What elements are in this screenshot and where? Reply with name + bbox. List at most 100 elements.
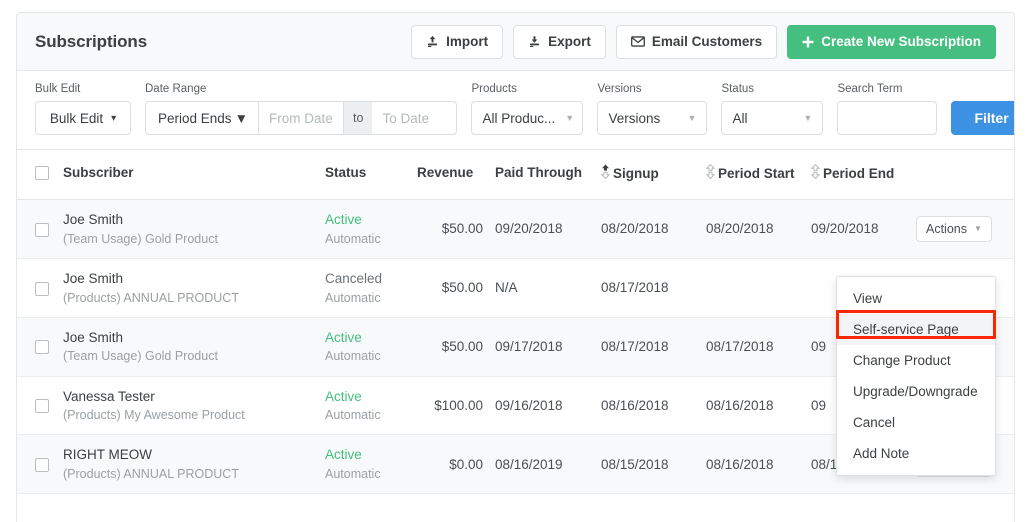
status-badge: Active: [325, 388, 362, 404]
status-cell: Canceled Automatic: [319, 258, 411, 318]
revenue-cell: $50.00: [411, 258, 489, 318]
import-button-label: Import: [446, 34, 489, 49]
sort-icon: [810, 163, 821, 183]
column-header-signup-label: Signup: [613, 166, 659, 181]
column-header-status: Status: [319, 150, 411, 201]
revenue-cell: $50.00: [411, 317, 489, 377]
row-checkbox[interactable]: [35, 281, 49, 296]
plus-icon: [802, 36, 814, 48]
subscriber-cell: Vanessa Tester (Products) My Awesome Pro…: [57, 376, 319, 436]
period-start-cell: 08/17/2018: [700, 317, 805, 377]
row-checkbox[interactable]: [35, 399, 49, 414]
versions-label: Versions: [597, 83, 642, 95]
menu-item-view[interactable]: View: [837, 283, 995, 314]
status-select[interactable]: All ▼: [721, 101, 824, 135]
period-start-cell: 08/20/2018: [700, 199, 805, 260]
import-button[interactable]: Import: [411, 24, 504, 59]
row-checkbox[interactable]: [35, 222, 49, 237]
subscriber-name: Vanessa Tester: [63, 388, 155, 404]
menu-item-cancel[interactable]: Cancel: [837, 407, 995, 438]
search-term-label: Search Term: [837, 83, 903, 95]
status-cell: Active Automatic: [319, 376, 411, 436]
email-customers-button-label: Email Customers: [651, 34, 763, 49]
bulk-edit-group: Bulk Edit Bulk Edit ▾: [35, 83, 131, 135]
subscriber-product: (Products) ANNUAL PRODUCT: [63, 290, 239, 305]
page-title: Subscriptions: [35, 31, 148, 51]
chevron-down-icon: ▼: [234, 110, 248, 126]
subscriber-product: (Products) ANNUAL PRODUCT: [63, 467, 239, 481]
column-header-paid-through: Paid Through: [489, 150, 595, 201]
row-select-cell: [17, 376, 57, 436]
from-date-placeholder: From Date: [269, 110, 333, 126]
row-checkbox[interactable]: [35, 340, 49, 355]
email-customers-button[interactable]: Email Customers: [615, 24, 778, 59]
period-start-cell: 08/16/2018: [700, 376, 805, 436]
subscriber-product: (Team Usage) Gold Product: [63, 231, 218, 246]
subscriber-name: RIGHT MEOW: [63, 447, 152, 463]
menu-item-add-note[interactable]: Add Note: [837, 438, 995, 469]
revenue-cell: $100.00: [411, 376, 489, 436]
paid-through-cell: 08/16/2019: [489, 434, 595, 495]
paid-through-cell: 09/20/2018: [489, 199, 595, 260]
menu-item-self-service-page[interactable]: Self-service Page: [837, 314, 995, 345]
select-all-checkbox[interactable]: [35, 166, 49, 181]
subscriber-name: Joe Smith: [63, 329, 124, 345]
bulk-edit-value: Bulk Edit: [49, 110, 104, 126]
status-value: All: [732, 110, 748, 126]
versions-value: Versions: [608, 110, 661, 126]
billing-type: Automatic: [325, 408, 381, 423]
products-select[interactable]: All Produc... ▼: [471, 101, 584, 135]
revenue-cell: $50.00: [411, 199, 489, 260]
row-checkbox[interactable]: [35, 458, 49, 473]
filter-button[interactable]: Filter: [951, 101, 1014, 135]
subscriber-cell: Joe Smith (Products) ANNUAL PRODUCT: [57, 258, 319, 318]
date-range-type-select[interactable]: Period Ends ▼: [145, 101, 259, 135]
upload-icon: [426, 35, 439, 48]
column-header-subscriber: Subscriber: [57, 150, 319, 201]
subscriber-product: (Products) My Awesome Product: [63, 408, 245, 423]
subscriber-name: Joe Smith: [63, 212, 124, 228]
from-date-input[interactable]: From Date: [259, 101, 344, 135]
paid-through-cell: 09/16/2018: [489, 376, 595, 436]
status-cell: Active Automatic: [319, 434, 411, 495]
export-button[interactable]: Export: [513, 24, 606, 59]
create-new-subscription-button[interactable]: Create New Subscription: [787, 24, 996, 59]
date-range-label: Date Range: [145, 83, 207, 95]
column-header-period-start[interactable]: Period Start: [700, 150, 805, 201]
menu-item-upgrade-downgrade[interactable]: Upgrade/Downgrade: [837, 376, 995, 407]
filter-bar: Bulk Edit Bulk Edit ▾ Date Range Period …: [17, 71, 1014, 150]
versions-select[interactable]: Versions ▼: [597, 101, 708, 135]
table-row: Joe Smith (Team Usage) Gold Product Acti…: [17, 199, 1014, 260]
status-badge: Active: [325, 447, 362, 463]
menu-item-change-product[interactable]: Change Product: [837, 345, 995, 376]
products-group: Products All Produc... ▼: [471, 83, 584, 135]
subscriber-cell: Joe Smith (Team Usage) Gold Product: [57, 199, 319, 260]
bulk-edit-select[interactable]: Bulk Edit ▾: [35, 101, 131, 135]
sort-icon: [705, 163, 716, 183]
chevron-down-icon: ▼: [565, 113, 575, 123]
create-new-subscription-label: Create New Subscription: [821, 34, 981, 49]
table-head: Subscriber Status Revenue Paid Through S…: [17, 150, 1014, 201]
period-start-cell: 08/16/2018: [700, 434, 805, 495]
column-header-period-start-label: Period Start: [718, 166, 795, 181]
status-badge: Canceled: [325, 271, 383, 287]
select-all-header: [17, 150, 57, 201]
search-input[interactable]: [837, 101, 938, 135]
versions-group: Versions Versions ▼: [597, 83, 708, 135]
to-date-input[interactable]: To Date: [372, 101, 458, 135]
column-header-period-end[interactable]: Period End: [805, 150, 910, 201]
subscriber-product: (Team Usage) Gold Product: [63, 349, 218, 364]
card-header: Subscriptions Import Export Email Custom…: [17, 13, 1014, 71]
table-header-row: Subscriber Status Revenue Paid Through S…: [17, 150, 1014, 201]
column-header-signup[interactable]: Signup: [595, 150, 700, 201]
column-header-revenue: Revenue: [411, 150, 489, 201]
signup-cell: 08/16/2018: [595, 376, 700, 436]
subscriber-cell: Joe Smith (Team Usage) Gold Product: [57, 317, 319, 377]
subscriptions-page: Subscriptions Import Export Email Custom…: [0, 0, 1031, 522]
actions-button[interactable]: Actions ▼: [916, 216, 992, 243]
row-select-cell: [17, 434, 57, 495]
status-cell: Active Automatic: [319, 317, 411, 377]
sort-asc-active-icon: [600, 164, 611, 183]
paid-through-cell: 09/17/2018: [489, 317, 595, 377]
to-date-placeholder: To Date: [382, 110, 429, 126]
